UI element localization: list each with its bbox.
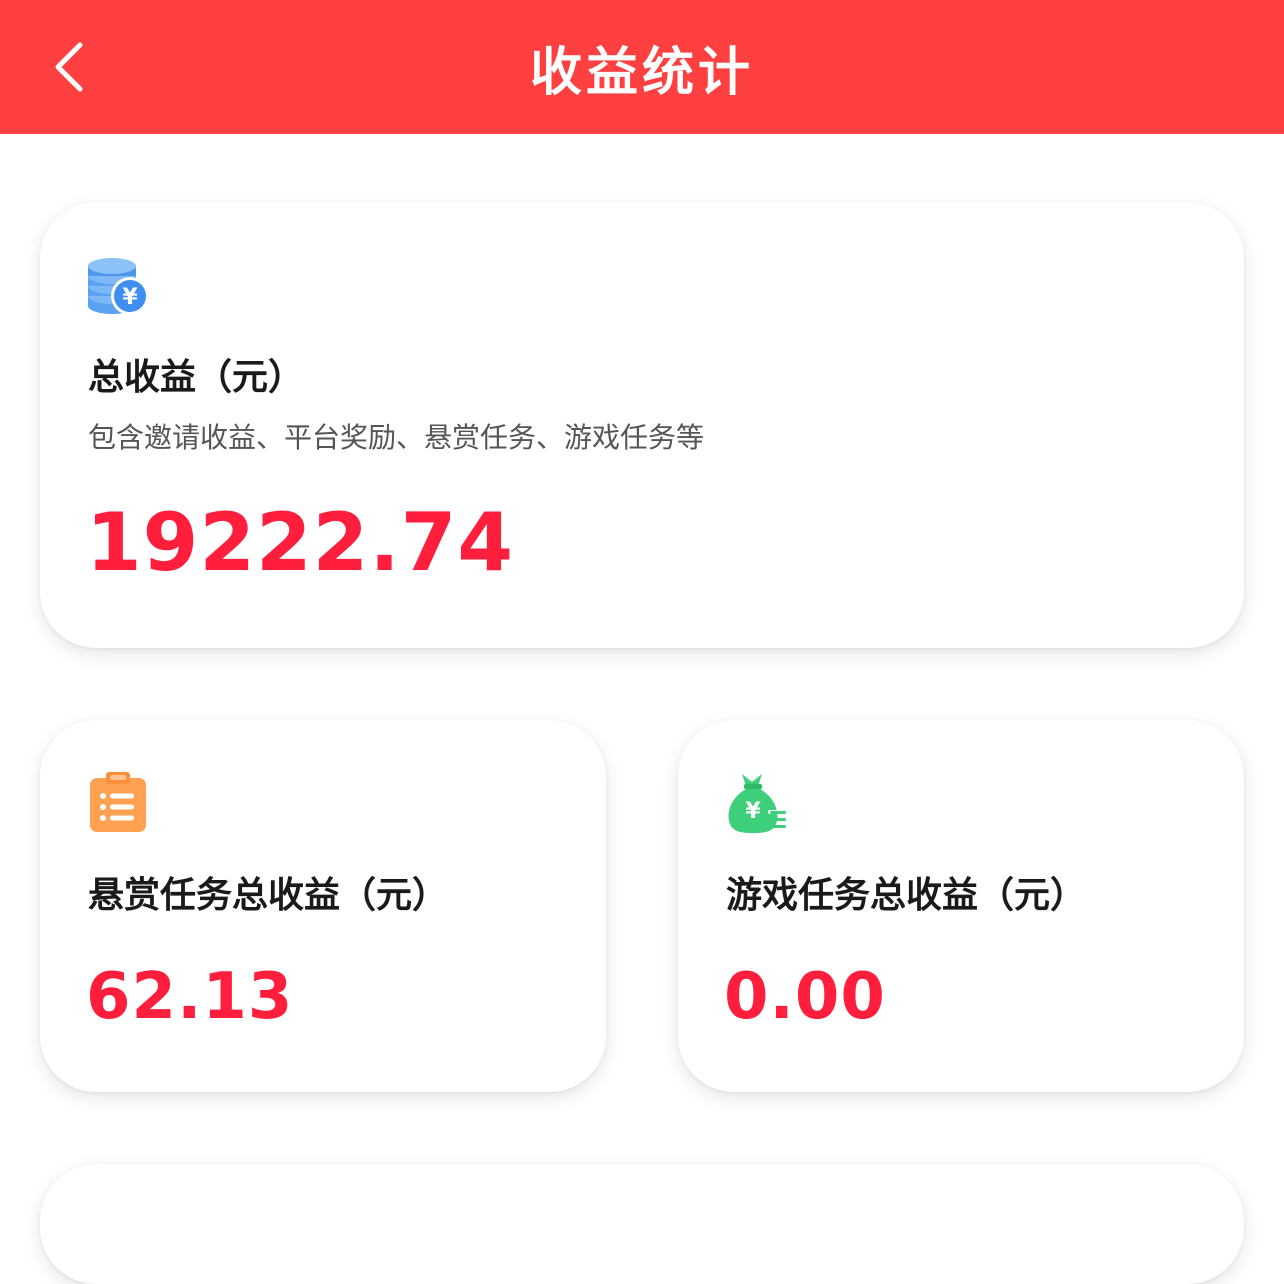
money-bag-yuan-icon: ¥ — [724, 770, 790, 840]
next-card-partial — [40, 1164, 1244, 1284]
game-task-earnings-card[interactable]: ¥ 游戏任务总收益（元） 0.00 — [678, 720, 1244, 1092]
page-title: 收益统计 — [529, 42, 754, 103]
total-earnings-label: 总收益（元） — [88, 357, 305, 398]
bounty-task-earnings-label: 悬赏任务总收益（元） — [88, 875, 449, 916]
bounty-task-earnings-card[interactable]: 悬赏任务总收益（元） 62.13 — [40, 720, 606, 1092]
svg-text:¥: ¥ — [122, 285, 138, 310]
chevron-left-icon — [55, 42, 83, 92]
bounty-task-earnings-value: 62.13 — [86, 960, 294, 1034]
back-button[interactable] — [40, 37, 100, 97]
coin-stack-yuan-icon: ¥ — [86, 252, 154, 322]
total-earnings-description: 包含邀请收益、平台奖励、悬赏任务、游戏任务等 — [88, 421, 705, 454]
game-task-earnings-value: 0.00 — [724, 960, 886, 1034]
svg-text:¥: ¥ — [745, 799, 761, 824]
total-earnings-value: 19222.74 — [86, 496, 515, 589]
top-app-bar: 收益统计 — [0, 0, 1284, 134]
game-task-earnings-label: 游戏任务总收益（元） — [726, 875, 1087, 916]
clipboard-list-icon — [88, 770, 148, 838]
total-earnings-card[interactable]: ¥ 总收益（元） 包含邀请收益、平台奖励、悬赏任务、游戏任务等 19222.74 — [40, 202, 1244, 648]
